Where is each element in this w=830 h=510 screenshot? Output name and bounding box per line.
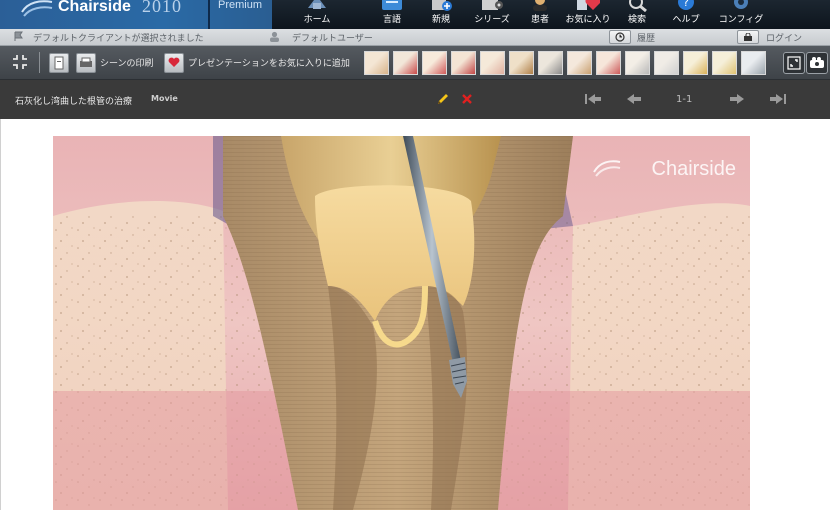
presentation-button[interactable] bbox=[806, 52, 828, 74]
nav-help-label: ヘルプ bbox=[672, 15, 700, 25]
scene-thumbnail[interactable] bbox=[712, 51, 737, 75]
history-button[interactable] bbox=[609, 30, 631, 44]
scene-thumbnail[interactable] bbox=[567, 51, 592, 75]
history-label[interactable]: 履歴 bbox=[637, 31, 655, 44]
help-icon: ? bbox=[678, 0, 694, 10]
printer-icon bbox=[80, 57, 92, 67]
next-page-icon[interactable] bbox=[727, 92, 747, 106]
scene-type-label: Movie bbox=[151, 94, 178, 103]
nav-series[interactable]: シリーズ bbox=[468, 0, 516, 29]
scene-thumbnail[interactable] bbox=[422, 51, 447, 75]
nav-patient[interactable]: 患者 bbox=[516, 0, 564, 29]
scene-thumbnail[interactable] bbox=[480, 51, 505, 75]
new-icon bbox=[432, 0, 452, 11]
scene-thumbnail[interactable] bbox=[451, 51, 476, 75]
client-status-text: デフォルトクライアントが選択されました bbox=[33, 34, 204, 44]
projector-icon bbox=[810, 57, 824, 68]
app-name: Chairside bbox=[58, 0, 131, 15]
expand-icon bbox=[787, 56, 801, 70]
user-icon bbox=[270, 31, 279, 42]
scene-thumbnail[interactable] bbox=[596, 51, 621, 75]
scene-thumbnail[interactable] bbox=[654, 51, 679, 75]
scene-thumbnail[interactable] bbox=[393, 51, 418, 75]
scene-thumbnail[interactable] bbox=[509, 51, 534, 75]
clock-icon bbox=[615, 32, 625, 42]
last-page-icon[interactable] bbox=[768, 92, 788, 106]
delete-x-icon[interactable] bbox=[461, 93, 473, 105]
previous-page-icon[interactable] bbox=[624, 92, 644, 106]
root-canal-illustration bbox=[53, 136, 750, 510]
edit-pencil-icon[interactable] bbox=[436, 92, 450, 106]
brand-area: Chairside 2010 Premium bbox=[0, 0, 272, 29]
add-favorite-button[interactable] bbox=[164, 53, 184, 73]
patient-icon bbox=[533, 0, 547, 11]
nav-config-label: コンフィグ bbox=[718, 15, 764, 25]
document-icon bbox=[54, 56, 64, 70]
add-favorite-label[interactable]: プレゼンテーションをお気に入りに追加 bbox=[188, 56, 350, 69]
lock-icon bbox=[744, 33, 752, 41]
series-icon bbox=[482, 0, 503, 10]
scene-thumbnail[interactable] bbox=[741, 51, 766, 75]
toolbar-divider bbox=[39, 52, 40, 73]
current-user-text: デフォルトユーザー bbox=[292, 34, 373, 44]
nav-home[interactable]: ホーム bbox=[293, 0, 341, 29]
nav-search[interactable]: 検索 bbox=[613, 0, 661, 29]
svg-text:?: ? bbox=[683, 0, 689, 9]
nav-language[interactable]: 言語 bbox=[368, 0, 416, 29]
app-edition: Premium bbox=[218, 0, 263, 11]
login-label[interactable]: ログイン bbox=[766, 31, 802, 44]
scene-thumbnail[interactable] bbox=[625, 51, 650, 75]
nav-help[interactable]: ? ヘルプ bbox=[662, 0, 710, 29]
nav-favorites[interactable]: お気に入り bbox=[564, 0, 612, 29]
print-scene-button[interactable] bbox=[76, 53, 96, 73]
nav-new[interactable]: 新規 bbox=[417, 0, 465, 29]
nav-config[interactable]: コンフィグ bbox=[717, 0, 765, 29]
login-button[interactable] bbox=[737, 30, 759, 44]
chairside-watermark-icon bbox=[593, 160, 621, 177]
search-icon bbox=[629, 0, 647, 12]
app-header: Chairside 2010 Premium ホーム 言語 新規 シリーズ 患者… bbox=[0, 0, 830, 29]
client-flag-icon bbox=[14, 31, 23, 41]
print-scene-label[interactable]: シーンの印刷 bbox=[100, 56, 154, 69]
scene-thumbnail[interactable] bbox=[538, 51, 563, 75]
chairside-watermark: Chairside bbox=[651, 158, 736, 180]
brand-divider bbox=[208, 0, 210, 29]
info-button[interactable] bbox=[49, 53, 69, 73]
root-canal-animation[interactable]: Chairside bbox=[53, 136, 750, 510]
scene-thumbnail[interactable] bbox=[364, 51, 389, 75]
heart-icon bbox=[168, 57, 180, 67]
first-page-icon[interactable] bbox=[583, 92, 603, 106]
fullscreen-button[interactable] bbox=[783, 52, 805, 74]
scene-thumbnail[interactable] bbox=[683, 51, 708, 75]
scene-title: 石灰化し湾曲した根管の治療 bbox=[15, 97, 133, 107]
scene-title-bar: 石灰化し湾曲した根管の治療 Movie 1-1 bbox=[0, 80, 830, 119]
collapse-view-icon[interactable] bbox=[11, 53, 29, 71]
home-icon bbox=[308, 0, 326, 9]
app-year: 2010 bbox=[142, 0, 182, 16]
favorites-icon bbox=[577, 0, 600, 10]
scene-toolbar: シーンの印刷 プレゼンテーションをお気に入りに追加 bbox=[0, 46, 830, 80]
language-icon bbox=[382, 0, 402, 10]
page-indicator: 1-1 bbox=[676, 94, 693, 105]
nav-home-label: ホーム bbox=[303, 15, 331, 25]
scene-viewer: Chairside bbox=[0, 119, 830, 510]
config-icon bbox=[734, 0, 748, 9]
status-bar: デフォルトクライアントが選択されました デフォルトユーザー 履歴 ログイン bbox=[0, 29, 830, 46]
chairside-logo-icon bbox=[21, 0, 53, 17]
